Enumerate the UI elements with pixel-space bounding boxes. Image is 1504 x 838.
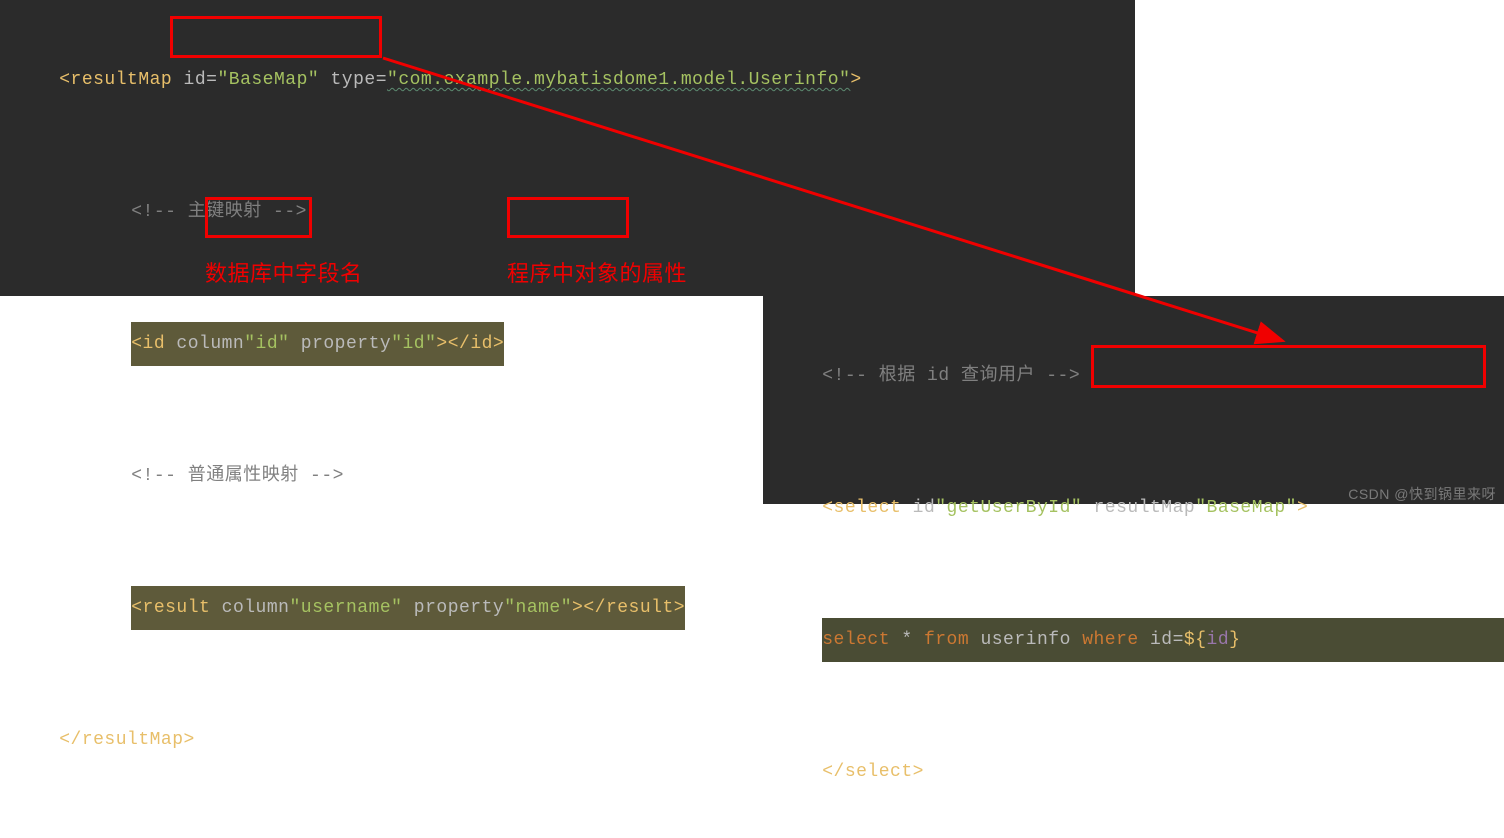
comment: --> [1046, 366, 1080, 386]
code-line: <resultMap id="BaseMap" type="com.exampl… [14, 14, 1121, 146]
code-line: <select id"getUserById" resultMap"BaseMa… [777, 442, 1490, 574]
comment: <!-- [822, 366, 879, 386]
sql-keyword: from [924, 630, 969, 650]
tag-open: <id [131, 334, 165, 354]
brace: } [1229, 630, 1240, 650]
attr-name: id [172, 70, 206, 90]
eq: = [376, 70, 387, 90]
code-line: <!-- 根据 id 查询用户 --> [777, 310, 1490, 442]
annotation-obj-prop: 程序中对象的属性 [507, 256, 687, 288]
code-block-resultmap: <resultMap id="BaseMap" type="com.exampl… [0, 0, 1135, 296]
attr-name: resultMap [1082, 498, 1195, 518]
comment: <!-- [131, 466, 188, 486]
comment: --> [273, 202, 307, 222]
tag-open: <select [822, 498, 901, 518]
code-line: select * from userinfo where id=${id} [777, 574, 1490, 706]
comment: --> [310, 466, 344, 486]
tag-mid: > [572, 598, 583, 618]
tag-close: </id> [448, 334, 505, 354]
sql-text: * [890, 630, 924, 650]
tag-close: > [850, 70, 861, 90]
attr-name: column [165, 334, 244, 354]
attr-name: property [403, 598, 505, 618]
comment: 主键映射 [188, 202, 273, 222]
code-block-select: <!-- 根据 id 查询用户 --> <select id"getUserBy… [763, 296, 1504, 504]
comment: 普通属性映射 [188, 466, 310, 486]
attr-val: "com.example.mybatisdome1.model.Userinfo… [387, 70, 850, 90]
attr-name: column [210, 598, 289, 618]
sql-text: userinfo [969, 630, 1082, 650]
tag-open: <resultMap [59, 70, 172, 90]
comment: 根据 id 查询用户 [879, 366, 1047, 386]
tag-mid: > [436, 334, 447, 354]
tag-close: </select> [822, 762, 924, 782]
sql-var: id [1207, 630, 1230, 650]
tag-close: </result> [583, 598, 685, 618]
annotation-db-field: 数据库中字段名 [205, 256, 363, 288]
sql-dollar: $ [1184, 630, 1195, 650]
attr-name: property [289, 334, 391, 354]
eq: = [206, 70, 217, 90]
attr-val: "id" [391, 334, 436, 354]
attr-name: id [901, 498, 935, 518]
tag-close: </resultMap> [59, 730, 195, 750]
tag-open: <result [131, 598, 210, 618]
sql-keyword: select [822, 630, 890, 650]
attr-val: "username" [289, 598, 402, 618]
sql-text: id [1139, 630, 1173, 650]
brace: { [1195, 630, 1206, 650]
attr-val: "id" [244, 334, 289, 354]
code-line: </select> [777, 706, 1490, 838]
tag-close: > [1297, 498, 1308, 518]
attr-val: "name" [504, 598, 572, 618]
attr-val: "getUserById" [935, 498, 1082, 518]
watermark: CSDN @快到锅里来呀 [1348, 484, 1496, 504]
sql-text: = [1173, 630, 1184, 650]
attr-val: "BaseMap" [1195, 498, 1297, 518]
attr-name: type [319, 70, 376, 90]
sql-keyword: where [1082, 630, 1139, 650]
comment: <!-- [131, 202, 188, 222]
attr-val: "BaseMap" [217, 70, 319, 90]
